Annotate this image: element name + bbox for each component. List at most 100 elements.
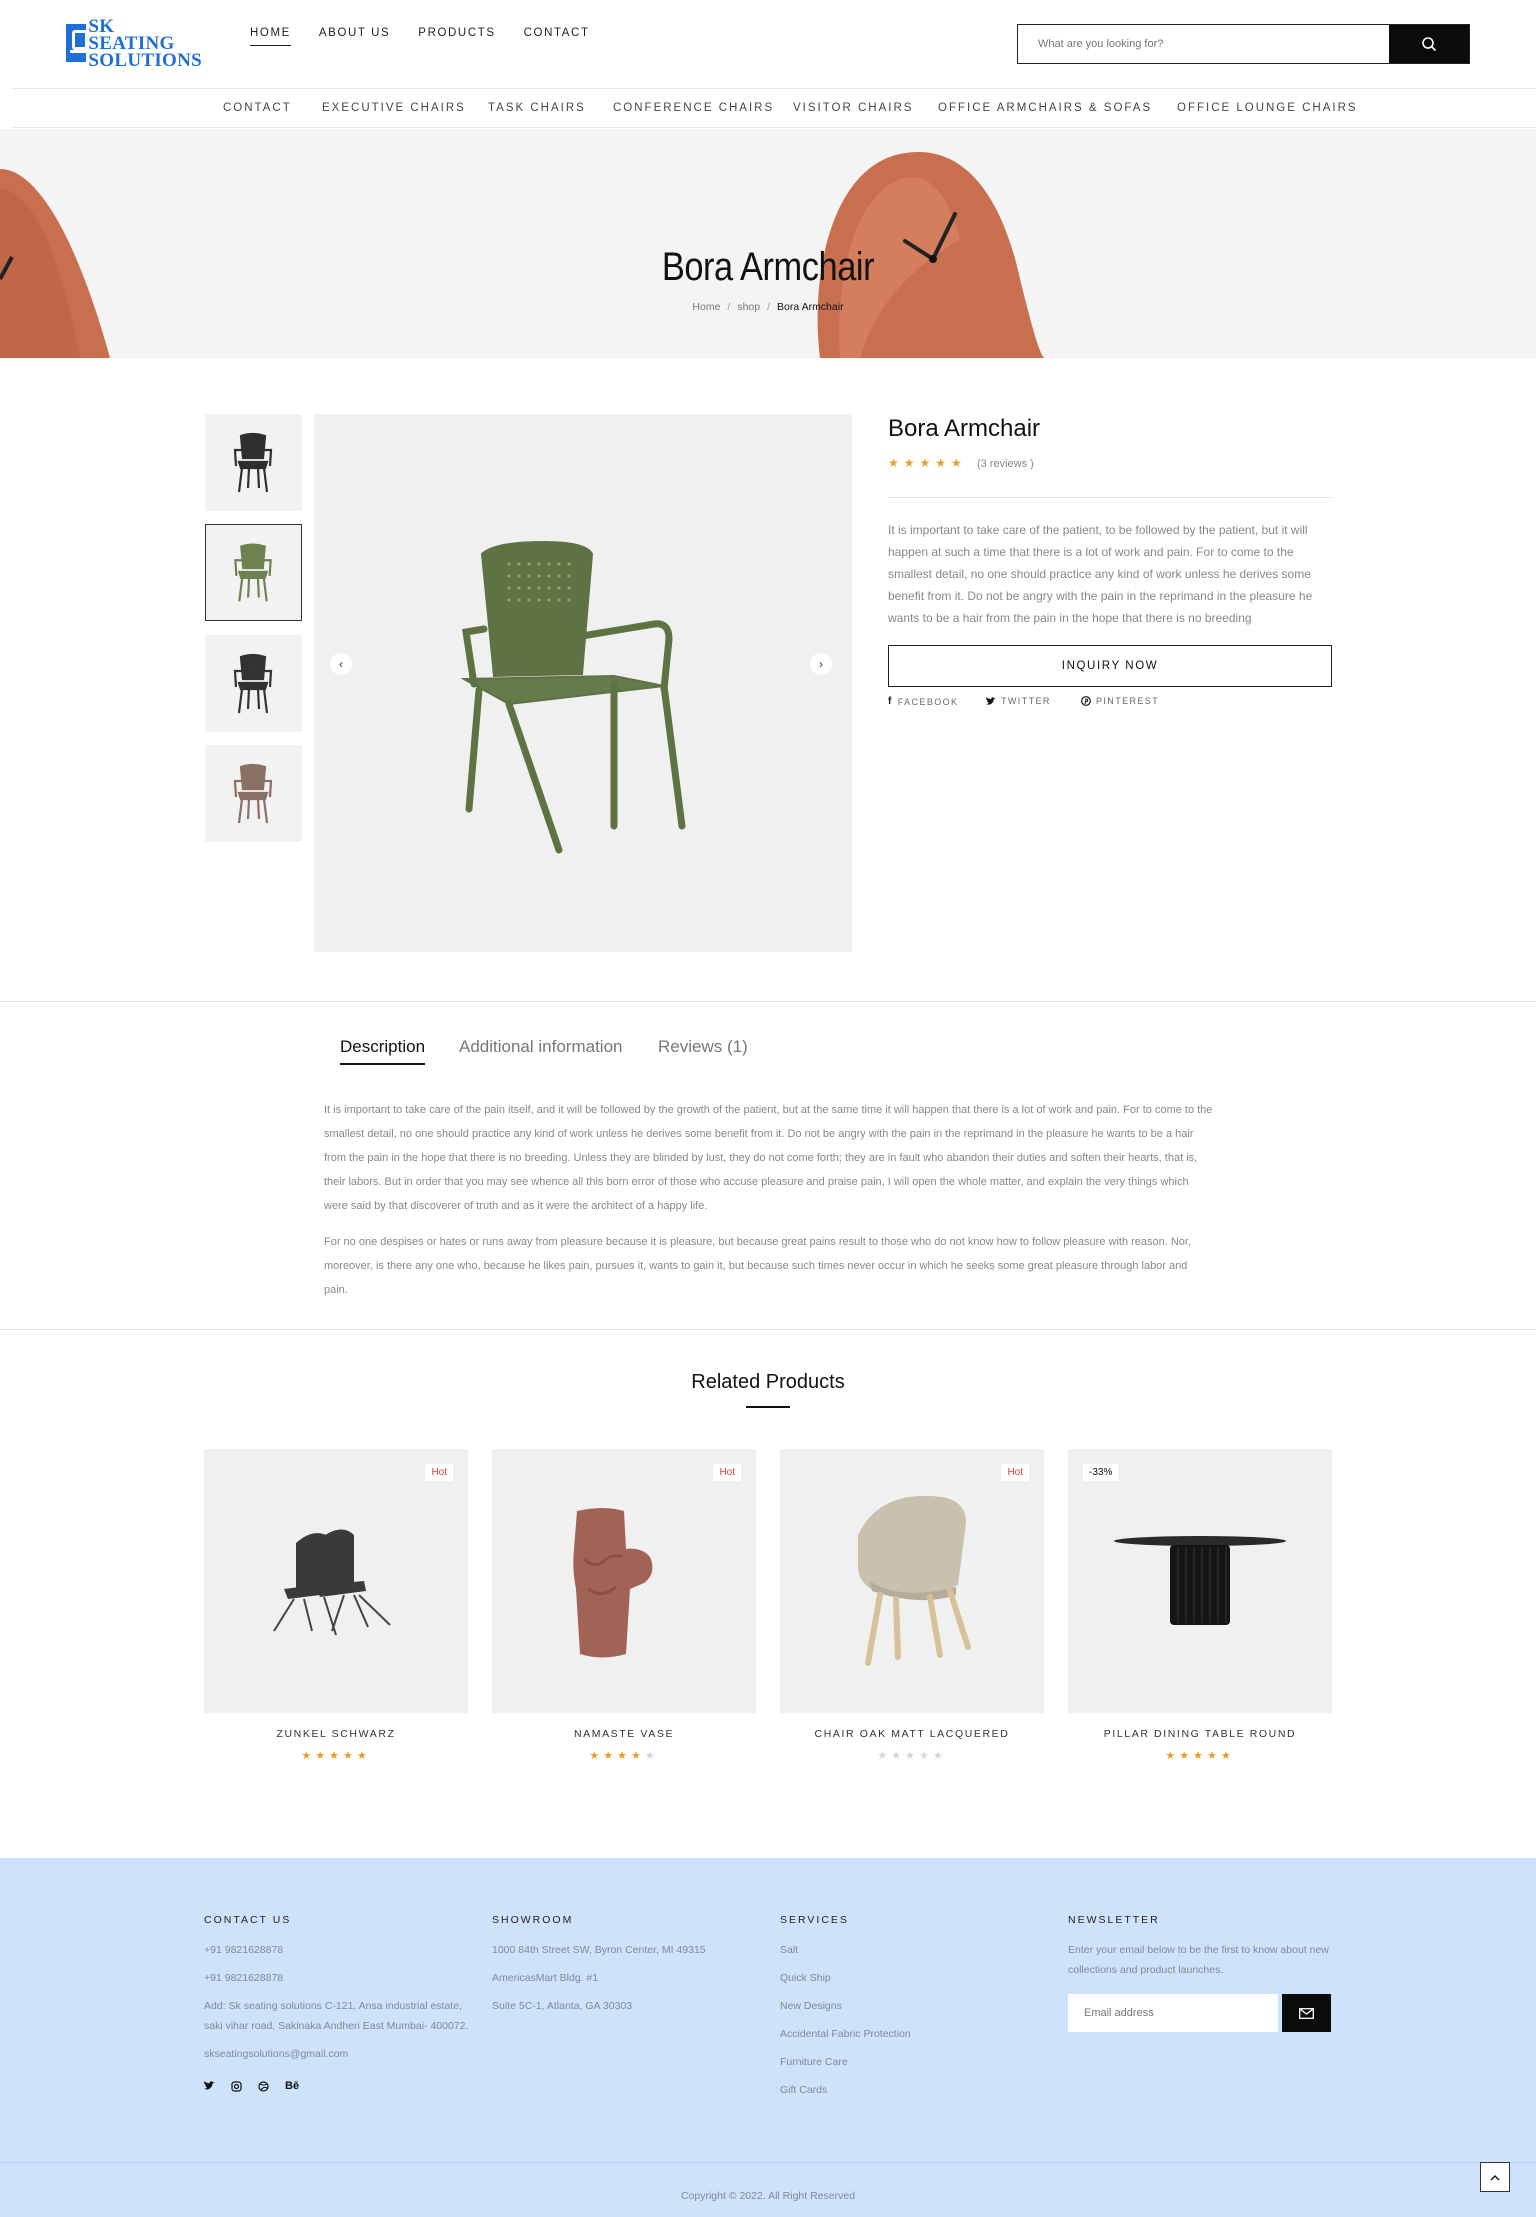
gallery-prev-button[interactable]: ‹ [330, 653, 352, 675]
back-to-top-button[interactable] [1480, 2162, 1510, 2192]
tab-description[interactable]: Description [340, 1037, 426, 1065]
breadcrumb-shop[interactable]: shop [737, 301, 760, 313]
product-thumbnail-3[interactable] [205, 635, 302, 732]
product-thumbnail-4[interactable] [205, 745, 302, 842]
share-pinterest[interactable]: PINTEREST [1081, 696, 1159, 706]
behance-icon[interactable]: Bē [285, 2080, 299, 2092]
newsletter-submit-button[interactable] [1282, 1994, 1331, 2032]
search-input[interactable] [1018, 25, 1389, 63]
share-facebook[interactable]: f FACEBOOK [888, 696, 958, 707]
nav-products[interactable]: PRODUCTS [418, 27, 495, 46]
product-card-name[interactable]: NAMASTE VASE [492, 1728, 756, 1740]
product-card-name[interactable]: PILLAR DINING TABLE ROUND [1068, 1728, 1332, 1740]
nav-home[interactable]: HOME [250, 27, 291, 46]
facebook-icon: f [888, 696, 893, 707]
services-link[interactable]: Gift Cards [780, 2080, 1045, 2100]
product-thumbnail-1[interactable] [205, 414, 302, 511]
search-icon [1422, 37, 1437, 52]
inquiry-now-button[interactable]: INQUIRY NOW [888, 645, 1332, 687]
star-filled-icon: ★ [301, 1750, 316, 1762]
twitter-icon[interactable] [204, 2081, 215, 2091]
logo[interactable]: SK SEATING SOLUTIONS [66, 17, 202, 70]
product-short-description: It is important to take care of the pati… [888, 523, 1313, 625]
services-link[interactable]: Salt [780, 1940, 1045, 1960]
product-card-name[interactable]: ZUNKEL SCHWARZ [204, 1728, 468, 1740]
contact-email[interactable]: skseatingsolutions@gmail.com [204, 2044, 469, 2064]
contact-phone[interactable]: +91 9821628878 [204, 1968, 469, 1988]
product-card-rating: ★★★★★ [1068, 1749, 1332, 1762]
product-thumbnail-2[interactable] [205, 524, 302, 621]
star-filled-icon: ★ [603, 1750, 618, 1762]
services-link[interactable]: Furniture Care [780, 2052, 1045, 2072]
product-card-name[interactable]: CHAIR OAK MATT LACQUERED [780, 1728, 1044, 1740]
product-card[interactable]: Hot ZUNKEL SCHWARZ ★★★★★ [204, 1449, 468, 1762]
footer-divider [0, 2162, 1536, 2163]
star-filled-icon: ★ [329, 1750, 343, 1762]
star-filled-icon: ★ [1193, 1750, 1207, 1762]
product-card-rating: ★★★★★ [492, 1749, 756, 1762]
nav-about-us[interactable]: ABOUT US [319, 27, 390, 46]
hot-badge: Hot [1001, 1464, 1029, 1481]
newsletter-form [1068, 1994, 1333, 2032]
newsletter-email-input[interactable] [1068, 1994, 1278, 2032]
share-facebook-label: FACEBOOK [897, 696, 959, 707]
tab-reviews[interactable]: Reviews (1) [658, 1037, 748, 1063]
services-link[interactable]: New Designs [780, 1996, 1045, 2016]
chair-thumbnail-icon [234, 543, 272, 602]
product-card[interactable]: -33% PILLAR DINING TABLE ROUND ★★★★★ [1068, 1449, 1332, 1762]
showroom-line: Suite 5C-1, Atlanta, GA 30303 [492, 2000, 633, 2012]
showroom-line: 1000 84th Street SW, Byron Center, MI 49… [492, 1944, 706, 1956]
product-card[interactable]: Hot CHAIR OAK MATT LACQUERED ★★★★★ [780, 1449, 1044, 1762]
logo-chair-icon [66, 24, 89, 62]
twitter-icon [986, 696, 996, 705]
tab-additional-information[interactable]: Additional information [459, 1037, 622, 1063]
description-paragraph-1: It is important to take care of the pain… [324, 1104, 1213, 1212]
share-pinterest-label: PINTEREST [1096, 696, 1160, 706]
category-task-chairs[interactable]: TASK CHAIRS [488, 102, 586, 114]
star-empty-icon: ★ [905, 1750, 919, 1762]
services-link[interactable]: Quick Ship [780, 1968, 1045, 1988]
logo-line-2: SOLUTIONS [88, 49, 202, 71]
hot-badge: Hot [713, 1464, 741, 1481]
gallery-next-button[interactable]: › [810, 653, 832, 675]
category-contact[interactable]: CONTACT [223, 102, 292, 114]
description-paragraph-2: For no one despises or hates or runs awa… [324, 1236, 1192, 1296]
logo-text: SK SEATING SOLUTIONS [88, 17, 202, 71]
product-card-image[interactable]: Hot [492, 1449, 756, 1713]
hot-badge: Hot [425, 1464, 453, 1481]
product-card[interactable]: Hot NAMASTE VASE ★★★★★ [492, 1449, 756, 1762]
footer-heading: SHOWROOM [492, 1914, 574, 1926]
star-filled-icon: ★ [1179, 1750, 1194, 1762]
chevron-up-icon [1490, 2174, 1500, 2180]
instagram-icon[interactable] [231, 2080, 242, 2092]
breadcrumb-home[interactable]: Home [692, 301, 720, 313]
category-office-armchairs-sofas[interactable]: OFFICE ARMCHAIRS & SOFAS [938, 102, 1152, 114]
product-rating-stars: ★★★★★ [888, 456, 967, 470]
footer-contact-column: CONTACT US +91 9821628878 +91 9821628878… [204, 1914, 469, 2092]
breadcrumb: Home / shop / Bora Armchair [692, 301, 844, 313]
product-review-count[interactable]: (3 reviews ) [977, 458, 1034, 470]
divider [888, 497, 1332, 498]
category-conference-chairs[interactable]: CONFERENCE CHAIRS [613, 102, 774, 114]
services-link[interactable]: Accidental Fabric Protection [780, 2024, 1045, 2044]
category-office-lounge-chairs[interactable]: OFFICE LOUNGE CHAIRS [1177, 102, 1358, 114]
search-button[interactable] [1389, 25, 1469, 63]
terracotta-vase-image [573, 1508, 653, 1658]
dribbble-icon[interactable] [258, 2080, 269, 2092]
product-card-image[interactable]: -33% [1068, 1449, 1332, 1713]
site-footer: CONTACT US +91 9821628878 +91 9821628878… [0, 1858, 1536, 2217]
share-twitter[interactable]: TWITTER [986, 696, 1051, 706]
star-filled-icon: ★ [617, 1750, 631, 1762]
envelope-icon [1299, 2007, 1314, 2019]
product-card-image[interactable]: Hot [780, 1449, 1044, 1713]
hero-clock-image-center [817, 151, 1045, 358]
showroom-line: AmericasMart Bldg. #1 [492, 1972, 599, 1984]
category-executive-chairs[interactable]: EXECUTIVE CHAIRS [322, 102, 466, 114]
search-bar [1017, 24, 1470, 64]
product-card-image[interactable]: Hot [204, 1449, 468, 1713]
chair-thumbnail-icon [233, 432, 273, 493]
nav-contact[interactable]: CONTACT [524, 27, 590, 46]
category-visitor-chairs[interactable]: VISITOR CHAIRS [793, 102, 913, 114]
contact-phone[interactable]: +91 9821628878 [204, 1940, 469, 1960]
star-filled-icon: ★ [1220, 1750, 1235, 1762]
